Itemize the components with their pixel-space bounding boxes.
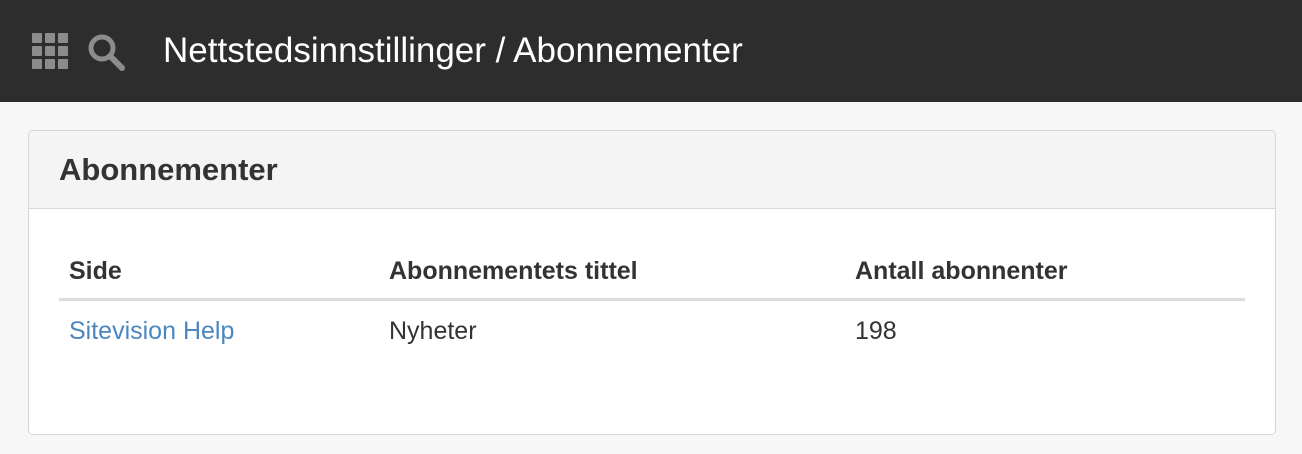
apps-grid-icon[interactable] — [32, 33, 68, 69]
side-link[interactable]: Sitevision Help — [69, 315, 234, 347]
subscriptions-table: Side Abonnementets tittel Antall abonnen… — [59, 241, 1245, 367]
breadcrumb-title: Nettstedsinnstillinger / Abonnementer — [163, 31, 743, 70]
panel-title: Abonnementer — [59, 152, 278, 187]
column-header-title: Abonnementets tittel — [389, 257, 638, 285]
table-header: Side Abonnementets tittel Antall abonnen… — [59, 241, 1245, 301]
subscriptions-panel: Abonnementer Side Abonnementets tittel A… — [28, 130, 1276, 435]
table-row: Sitevision Help Nyheter 198 — [59, 301, 1245, 367]
column-header-count: Antall abonnenter — [855, 257, 1068, 285]
subscriber-count: 198 — [855, 317, 897, 345]
top-bar: Nettstedsinnstillinger / Abonnementer — [0, 0, 1302, 102]
column-header-side: Side — [69, 257, 122, 285]
panel-header: Abonnementer — [29, 131, 1275, 209]
subscription-title: Nyheter — [389, 317, 477, 345]
search-icon[interactable] — [86, 32, 126, 72]
